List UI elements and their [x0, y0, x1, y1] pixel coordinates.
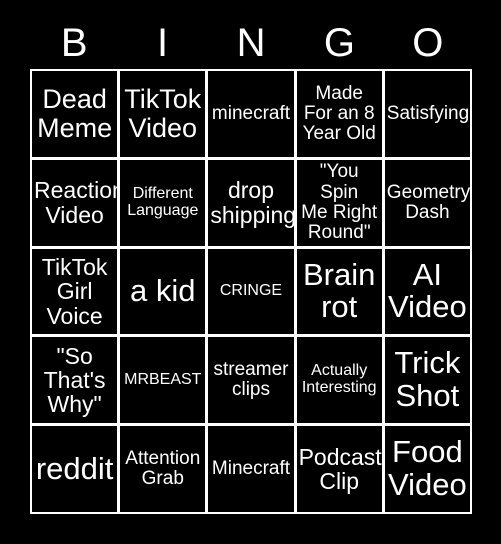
bingo-cell-label: Dead Meme	[37, 84, 113, 143]
bingo-cell[interactable]: MRBEAST	[120, 337, 206, 424]
bingo-cell-label: Trick Shot	[394, 345, 461, 414]
bingo-header: B I N G O	[30, 18, 472, 68]
bingo-cell[interactable]: streamer clips	[208, 337, 294, 424]
bingo-cell[interactable]: "So That's Why"	[32, 337, 118, 424]
bingo-cell-label: Made For an 8 Year Old	[302, 82, 376, 144]
bingo-cell-label: "You Spin Me Right Round"	[301, 161, 378, 243]
bingo-cell-label: Satisfying	[386, 102, 470, 124]
bingo-cell-label: AI Video	[388, 256, 467, 325]
bingo-card: B I N G O Dead Meme TikTok Video minecra…	[0, 0, 501, 544]
bingo-cell[interactable]: Different Language	[120, 159, 206, 246]
bingo-cell[interactable]: Satisfying	[384, 71, 470, 157]
bingo-cell-label: Actually Interesting	[301, 362, 377, 397]
bingo-cell-label: Food Video	[388, 434, 467, 503]
bingo-cell-label: a kid	[130, 273, 196, 309]
bingo-cell-label: TikTok Video	[124, 84, 202, 143]
bingo-cell-label: minecraft	[211, 102, 291, 124]
bingo-cell[interactable]: AI Video	[384, 248, 470, 335]
header-letter-b: B	[60, 21, 88, 65]
bingo-cell[interactable]: reddit	[32, 426, 118, 512]
bingo-cell[interactable]: Brain rot	[296, 248, 382, 335]
bingo-cell[interactable]: Minecraft	[208, 426, 294, 512]
bingo-cell-label: streamer clips	[213, 359, 289, 401]
bingo-cell[interactable]: minecraft	[208, 71, 294, 157]
header-letter-i: I	[157, 21, 169, 65]
header-letter-n: N	[236, 21, 266, 65]
bingo-cell[interactable]: Trick Shot	[384, 337, 470, 424]
bingo-cell[interactable]: Reaction Video	[32, 159, 118, 246]
bingo-cell[interactable]: TikTok Video	[120, 71, 206, 157]
bingo-cell-label: reddit	[35, 450, 114, 486]
bingo-cell[interactable]: Made For an 8 Year Old	[296, 71, 382, 157]
bingo-cell-label: Reaction Video	[34, 177, 118, 228]
bingo-cell-label: drop shipping	[210, 177, 294, 228]
bingo-cell[interactable]: drop shipping	[208, 159, 294, 246]
bingo-cell[interactable]: Actually Interesting	[296, 337, 382, 424]
bingo-cell-label: MRBEAST	[124, 370, 202, 388]
bingo-cell-label: Brain rot	[303, 256, 376, 325]
bingo-cell-label: Geometry Dash	[386, 181, 470, 223]
bingo-cell[interactable]: Geometry Dash	[384, 159, 470, 246]
bingo-cell-label: Different Language	[127, 184, 199, 219]
bingo-cell[interactable]: "You Spin Me Right Round"	[296, 159, 382, 246]
bingo-grid: Dead Meme TikTok Video minecraft Made Fo…	[30, 69, 472, 514]
bingo-cell[interactable]: Dead Meme	[32, 71, 118, 157]
bingo-cell-label: CRINGE	[219, 282, 283, 300]
bingo-cell-label: Podcast Clip	[298, 443, 382, 495]
bingo-cell[interactable]: a kid	[120, 248, 206, 335]
header-letter-g: G	[323, 21, 355, 65]
bingo-cell[interactable]: Podcast Clip	[296, 426, 382, 512]
bingo-cell-label: Minecraft	[211, 458, 291, 480]
bingo-cell-label: "So That's Why"	[43, 342, 106, 418]
bingo-cell[interactable]: TikTok Girl Voice	[32, 248, 118, 335]
bingo-cell[interactable]: CRINGE	[208, 248, 294, 335]
bingo-cell[interactable]: Attention Grab	[120, 426, 206, 512]
bingo-cell-label: TikTok Girl Voice	[41, 253, 108, 329]
header-letter-o: O	[412, 21, 444, 65]
bingo-cell-label: Attention Grab	[125, 447, 201, 490]
bingo-cell[interactable]: Food Video	[384, 426, 470, 512]
